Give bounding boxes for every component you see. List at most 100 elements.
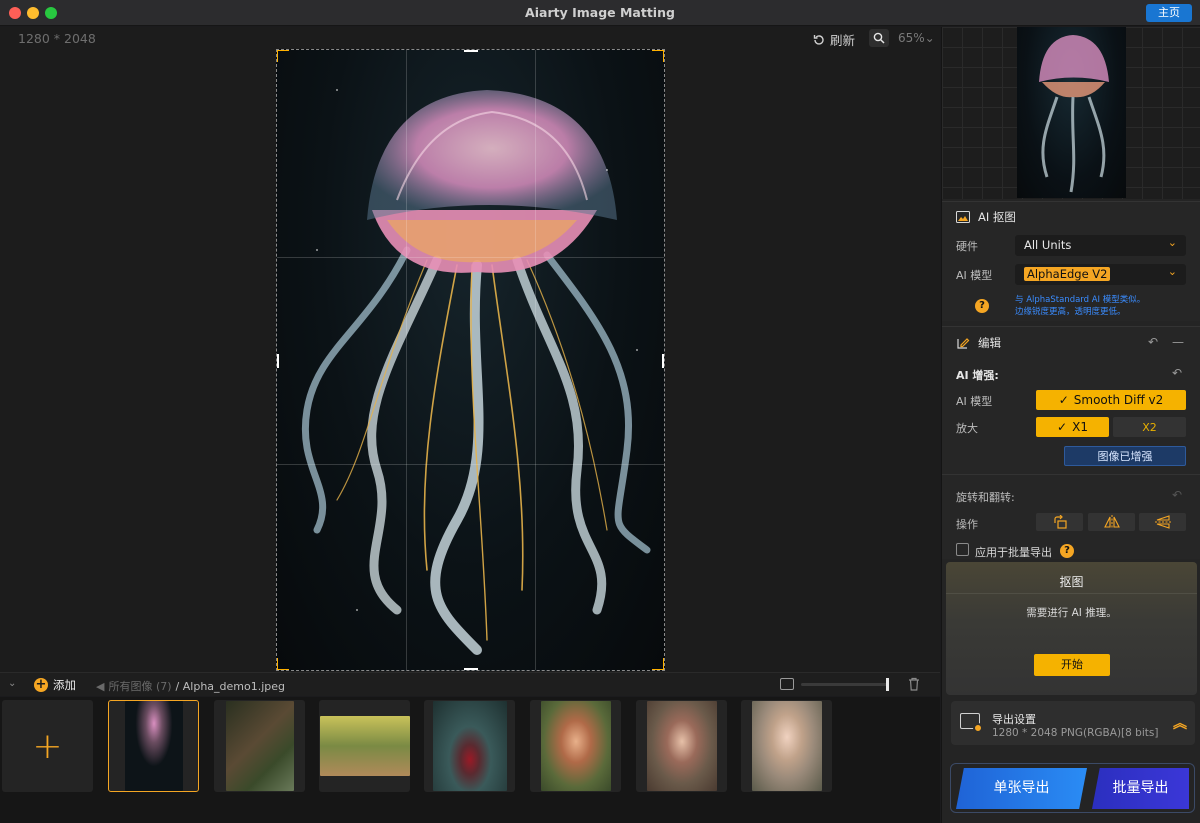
preview-image	[1017, 27, 1126, 198]
enhance-model-value: Smooth Diff v2	[1073, 393, 1164, 407]
ai-matte-title: AI 抠图	[978, 210, 1016, 224]
trash-icon[interactable]	[908, 677, 920, 691]
single-export-button[interactable]: 单张导出	[956, 768, 1087, 809]
image-enhanced-label: 图像已增强	[1097, 450, 1153, 463]
thumbnail-forest-log[interactable]	[214, 700, 305, 792]
breadcrumb: ◀ 所有图像 (7) / Alpha_demo1.jpeg	[96, 678, 285, 694]
refresh-icon	[813, 34, 824, 45]
ai-matte-header: AI 抠图	[956, 209, 1016, 225]
undo-icon[interactable]: ↶	[1148, 335, 1162, 349]
collapse-strip-icon[interactable]: ⌄	[8, 678, 20, 690]
thumbnail-image	[319, 716, 410, 776]
jellyfish-image	[302, 89, 651, 655]
matte-panel: 抠图 需要进行 AI 推理。 开始	[946, 562, 1197, 695]
plus-icon: +	[34, 677, 48, 692]
thumbnail-image	[225, 701, 294, 791]
crop-handle-left[interactable]	[277, 354, 279, 368]
thumbnail-image	[124, 701, 183, 791]
crop-handle-right[interactable]	[662, 354, 664, 368]
flip-horizontal-icon	[1103, 515, 1120, 529]
upscale-label: 放大	[956, 422, 978, 435]
zoom-level-select[interactable]: 65%⌄	[898, 31, 935, 45]
grid-line	[277, 257, 664, 258]
ai-model-select[interactable]: AlphaEdge V2 ⌄	[1015, 264, 1186, 285]
enhance-model-label: AI 模型	[956, 395, 993, 408]
edit-icon	[957, 338, 970, 349]
enhance-model-button[interactable]: ✓ Smooth Diff v2	[1036, 390, 1186, 410]
ai-matte-section: AI 抠图 硬件 All Units ⌄ AI 模型 AlphaEdge V2 …	[942, 201, 1200, 321]
hardware-label: 硬件	[956, 240, 978, 253]
ai-enhance-label: AI 增强:	[956, 369, 999, 382]
rotate-button[interactable]	[1036, 513, 1083, 531]
grid-line	[535, 50, 536, 670]
zoom-level-value: 65%	[898, 31, 925, 45]
upscale-x2-label: X2	[1142, 420, 1157, 434]
thumbnail-image	[540, 701, 611, 791]
add-image-tile[interactable]: +	[2, 700, 93, 792]
preview-jellyfish	[1039, 35, 1109, 193]
all-images-link[interactable]: 所有图像 (7)	[108, 678, 171, 694]
edit-title: 编辑	[978, 336, 1001, 350]
thumbnail-woman-flowers-1[interactable]	[530, 700, 621, 792]
hint-line-1: 与 AlphaStandard AI 模型类似。	[1015, 295, 1146, 305]
chevron-down-icon: ⌄	[1167, 265, 1177, 278]
chevron-up-icon[interactable]: ︽	[1173, 713, 1187, 733]
home-button[interactable]: 主页	[1146, 4, 1192, 22]
help-icon[interactable]: ?	[975, 299, 989, 313]
crop-handle-bottom-left[interactable]	[277, 658, 289, 670]
collapse-icon[interactable]: —	[1172, 335, 1186, 349]
crop-handle-top-right[interactable]	[652, 50, 664, 62]
upscale-x2-button[interactable]: X2	[1113, 417, 1186, 437]
matte-title: 抠图	[1059, 575, 1084, 589]
check-icon: ✓	[1057, 420, 1068, 434]
divider	[946, 593, 1197, 594]
thumbnail-woman-flowers-2[interactable]	[636, 700, 727, 792]
operation-label: 操作	[956, 518, 978, 531]
flip-vertical-button[interactable]	[1139, 513, 1186, 531]
ai-model-hint: 与 AlphaStandard AI 模型类似。 边缘锐度更高，透明度更低。	[1015, 294, 1195, 318]
back-arrow-icon[interactable]: ◀	[96, 680, 104, 693]
thumbnail-strip: +	[0, 697, 940, 823]
edit-header: 编辑	[956, 335, 1001, 351]
thumbnail-jellyfish[interactable]	[108, 700, 199, 792]
batch-apply-label: 应用于批量导出	[975, 546, 1052, 559]
hint-line-2: 边缘锐度更高，透明度更低。	[1015, 307, 1126, 317]
canvas-toolbar: 1280 * 2048 刷新 65%⌄	[0, 27, 940, 49]
export-settings-detail: 1280 * 2048 PNG(RGBA)[8 bits]	[992, 727, 1159, 739]
hardware-value: All Units	[1024, 238, 1072, 252]
add-image-button[interactable]: + 添加	[34, 677, 76, 693]
reset-icon[interactable]: ↶	[1172, 488, 1186, 502]
chevron-down-icon: ⌄	[1167, 236, 1177, 249]
right-panel: AI 抠图 硬件 All Units ⌄ AI 模型 AlphaEdge V2 …	[941, 27, 1200, 823]
batch-apply-checkbox[interactable]	[956, 543, 969, 556]
slider-knob[interactable]	[886, 678, 889, 691]
upscale-x1-label: X1	[1072, 420, 1088, 434]
ai-model-label: AI 模型	[956, 269, 993, 282]
magnifier-icon	[873, 32, 885, 44]
image-enhanced-button[interactable]: 图像已增强	[1064, 446, 1186, 466]
upscale-x1-button[interactable]: ✓ X1	[1036, 417, 1109, 437]
crop-handle-top[interactable]	[464, 50, 478, 52]
crop-handle-top-left[interactable]	[277, 50, 289, 62]
crop-handle-bottom[interactable]	[464, 668, 478, 670]
thumbnail-size-icon	[780, 678, 794, 690]
hardware-select[interactable]: All Units ⌄	[1015, 235, 1186, 256]
help-icon[interactable]: ?	[1060, 544, 1074, 558]
reset-icon[interactable]: ↶	[1172, 366, 1186, 380]
refresh-button[interactable]: 刷新	[812, 30, 855, 49]
flip-horizontal-button[interactable]	[1088, 513, 1135, 531]
zoom-button[interactable]	[869, 29, 889, 47]
export-settings[interactable]: 导出设置 1280 * 2048 PNG(RGBA)[8 bits] ︽	[951, 701, 1195, 745]
image-preview[interactable]	[276, 49, 665, 671]
batch-export-button[interactable]: 批量导出	[1092, 768, 1189, 809]
start-button[interactable]: 开始	[1034, 654, 1110, 676]
thumbnail-bicycle[interactable]	[319, 700, 410, 792]
refresh-label: 刷新	[830, 33, 856, 48]
export-settings-title: 导出设置	[992, 713, 1036, 726]
thumbnail-woman-flowers-3[interactable]	[741, 700, 832, 792]
thumbnail-size-slider[interactable]	[801, 683, 889, 686]
thumbnail-red-dress-woman[interactable]	[424, 700, 515, 792]
divider	[942, 474, 1200, 475]
plus-icon: +	[32, 725, 63, 767]
crop-handle-bottom-right[interactable]	[652, 658, 664, 670]
